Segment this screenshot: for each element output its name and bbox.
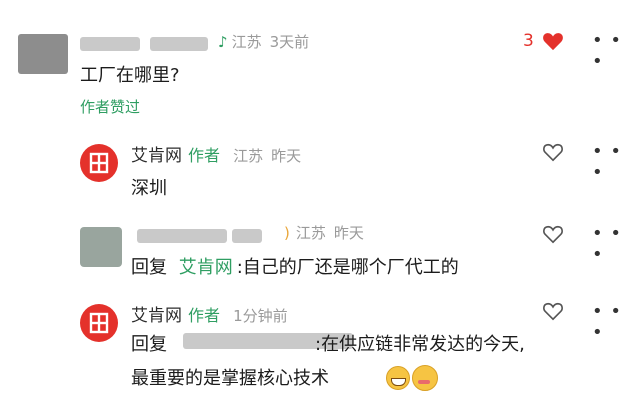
username-redacted-2: [232, 229, 262, 243]
author-username[interactable]: 艾肯网: [131, 306, 182, 326]
reply-header: 艾肯网 作者 1分钟前: [131, 301, 296, 326]
like-count: 3: [523, 31, 534, 51]
time-text: 昨天: [271, 147, 302, 165]
time-text: 3天前: [269, 33, 310, 51]
author-username[interactable]: 艾肯网: [131, 146, 182, 166]
comment-text: 工厂在哪里?: [80, 65, 180, 86]
avatar[interactable]: [80, 227, 122, 267]
heart-icon[interactable]: [542, 224, 564, 244]
username-redacted[interactable]: [80, 37, 140, 51]
reply-line-1: 回复: [131, 330, 353, 356]
brand-logo-icon[interactable]: [80, 144, 118, 182]
heart-icon[interactable]: [542, 142, 564, 162]
location-text: 江苏: [233, 147, 264, 165]
top-comment: ♪ 江苏 3天前 工厂在哪里? 作者赞过 3 • • •: [0, 0, 640, 120]
comment-meta: ♪ 江苏 3天前: [218, 33, 310, 51]
reply-text-line-2: 最重要的是掌握核心技术: [131, 368, 329, 389]
wink-emoji-icon: [412, 365, 438, 391]
author-badge: 作者: [188, 306, 221, 325]
mention-link[interactable]: 艾肯网: [179, 257, 233, 278]
reply-line: 回复 艾肯网:自己的厂还是哪个厂代工的: [131, 253, 459, 279]
author-badge: 作者: [188, 146, 221, 165]
author-liked-badge: 作者赞过: [80, 98, 141, 116]
reply-comment-2: ) 江苏 昨天 回复 艾肯网:自己的厂还是哪个厂代工的 • • •: [0, 215, 640, 295]
more-dots-icon[interactable]: • • •: [592, 30, 640, 72]
grin-emoji-icon: [386, 366, 410, 390]
more-dots-icon[interactable]: • • •: [592, 301, 640, 343]
reply-comment-3: 艾肯网 作者 1分钟前 回复 :在供应链非常发达的今天, 最重要的是掌握核心技术 …: [0, 295, 640, 411]
location-text: 江苏: [295, 224, 326, 242]
reply-prefix: 回复: [131, 257, 167, 278]
location-text: 江苏: [231, 33, 262, 51]
avatar[interactable]: [18, 34, 68, 74]
reply-text: 深圳: [131, 178, 167, 199]
time-text: 昨天: [333, 224, 364, 242]
reply-prefix: 回复: [131, 334, 167, 355]
reply-header: 艾肯网 作者 江苏 昨天: [131, 141, 309, 166]
more-dots-icon[interactable]: • • •: [592, 141, 640, 183]
reply-comment-1: 艾肯网 作者 江苏 昨天 深圳 • • •: [0, 130, 640, 210]
reply-text: :自己的厂还是哪个厂代工的: [236, 257, 459, 278]
time-text: 1分钟前: [233, 307, 288, 325]
username-redacted[interactable]: [137, 229, 227, 243]
heart-icon[interactable]: [542, 31, 564, 51]
heart-icon[interactable]: [542, 301, 564, 321]
more-dots-icon[interactable]: • • •: [592, 223, 640, 265]
reply-text-line-1: :在供应链非常发达的今天,: [315, 334, 525, 355]
comment-meta: ) 江苏 昨天: [284, 224, 364, 242]
brand-logo-icon[interactable]: [80, 304, 118, 342]
username-redacted-2: [150, 37, 208, 51]
